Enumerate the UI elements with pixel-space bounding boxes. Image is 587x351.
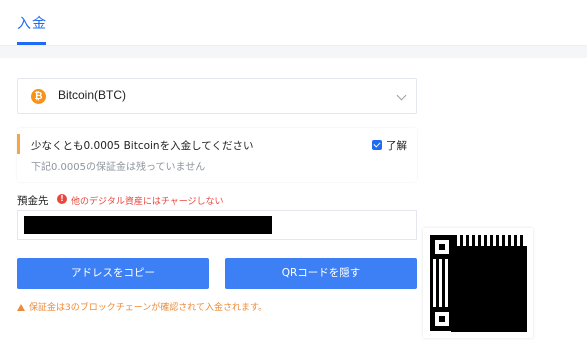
address-label: 預金先 bbox=[17, 195, 49, 207]
tab-header: 入金 bbox=[0, 0, 587, 46]
hide-qr-button[interactable]: QRコードを隠す bbox=[225, 258, 417, 289]
qr-pattern bbox=[430, 235, 527, 332]
acknowledge-label: 了解 bbox=[386, 140, 407, 152]
tab-active-indicator bbox=[17, 42, 46, 45]
chevron-down-icon bbox=[396, 90, 407, 101]
qr-code bbox=[423, 228, 533, 338]
footnote-text: 保証金は3のブロックチェーンが確認されて入金されます。 bbox=[29, 303, 268, 313]
minimum-deposit-notice: 少なくとも0.0005 Bitcoinを入金してください 下記0.0005の保証… bbox=[17, 128, 417, 182]
warning-triangle-icon bbox=[17, 304, 25, 311]
notice-accent-bar bbox=[17, 134, 20, 154]
redacted-address bbox=[24, 216, 272, 234]
redacted-qr bbox=[451, 246, 527, 332]
checkbox-checked-icon[interactable] bbox=[372, 140, 382, 150]
currency-select-value: Bitcoin(BTC) bbox=[58, 88, 127, 102]
deposit-page: 入金 ₿ Bitcoin(BTC) 少なくとも0.0005 Bitcoinを入金… bbox=[0, 0, 587, 351]
warning-icon: ! bbox=[57, 194, 67, 204]
address-warning-text: 他のデジタル資産にはチャージしない bbox=[71, 197, 224, 207]
confirmation-footnote: 保証金は3のブロックチェーンが確認されて入金されます。 bbox=[17, 300, 267, 313]
notice-sub-text: 下記0.0005の保証金は残っていません bbox=[31, 162, 206, 173]
notice-main-text: 少なくとも0.0005 Bitcoinを入金してください bbox=[31, 140, 254, 152]
acknowledge-checkbox[interactable]: 了解 bbox=[372, 138, 407, 153]
copy-address-button[interactable]: アドレスをコピー bbox=[17, 258, 209, 289]
currency-select[interactable]: ₿ Bitcoin(BTC) bbox=[17, 78, 417, 114]
tab-deposit[interactable]: 入金 bbox=[17, 13, 47, 33]
bitcoin-icon: ₿ bbox=[31, 89, 46, 104]
deposit-address-field[interactable] bbox=[17, 210, 417, 240]
